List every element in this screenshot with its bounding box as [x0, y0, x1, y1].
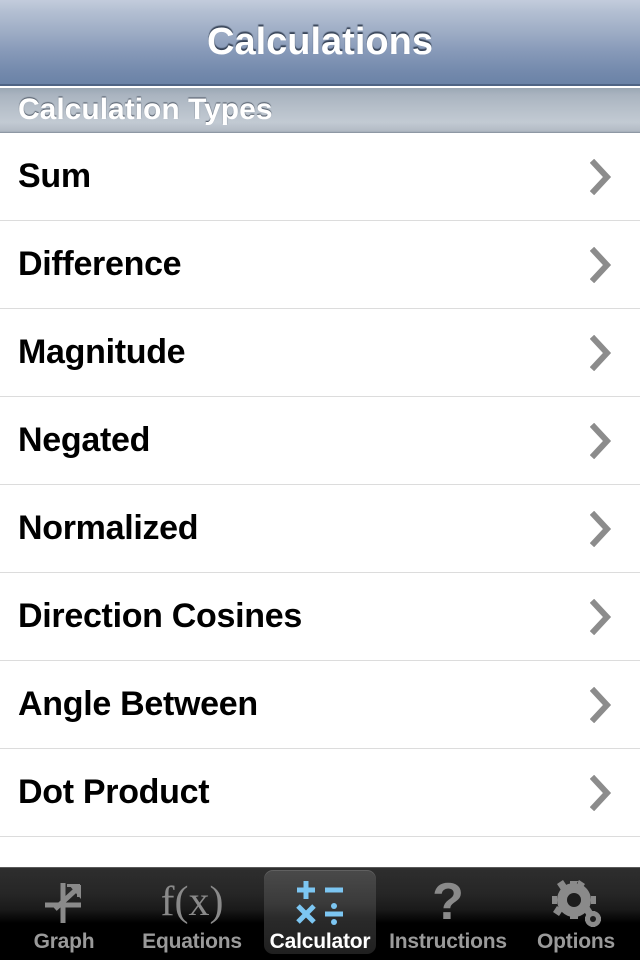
chevron-right-icon: [580, 686, 640, 723]
question-mark-icon: ?: [384, 874, 512, 930]
tab-calculator[interactable]: Calculator: [256, 868, 384, 960]
tab-label: Calculator: [269, 930, 371, 953]
chevron-right-icon: [580, 246, 640, 283]
list-item[interactable]: Direction Cosines: [0, 573, 640, 661]
graph-axes-arrow-icon: [0, 874, 128, 930]
list-item[interactable]: Angle Between: [0, 661, 640, 749]
gears-icon: [512, 874, 640, 930]
list-item-label: Negated: [18, 421, 151, 459]
page-title: Calculations: [207, 20, 433, 63]
chevron-right-icon: [580, 422, 640, 459]
tab-equations[interactable]: f(x) Equations: [128, 868, 256, 960]
tab-label: Equations: [142, 930, 242, 953]
list-item-partial[interactable]: [0, 837, 640, 867]
tab-label: Options: [537, 930, 615, 953]
app-screen: Calculations Calculation Types Sum Diffe…: [0, 0, 640, 960]
list-item-label: Direction Cosines: [18, 597, 302, 635]
list-item-label: Difference: [18, 245, 182, 283]
chevron-right-icon: [580, 510, 640, 547]
chevron-right-icon: [580, 598, 640, 635]
list-item-label: Angle Between: [18, 685, 258, 723]
list-item[interactable]: Negated: [0, 397, 640, 485]
tab-options[interactable]: Options: [512, 868, 640, 960]
tab-instructions[interactable]: ? Instructions: [384, 868, 512, 960]
tab-bar[interactable]: Graph f(x) Equations Calculator ? Instru…: [0, 867, 640, 960]
tab-label: Instructions: [389, 930, 507, 953]
svg-text:?: ?: [432, 875, 464, 929]
list-item[interactable]: Difference: [0, 221, 640, 309]
list-item[interactable]: Sum: [0, 133, 640, 221]
calculation-types-list[interactable]: Sum Difference Magnitude Negated Normali: [0, 133, 640, 867]
list-item[interactable]: Dot Product: [0, 749, 640, 837]
tab-graph[interactable]: Graph: [0, 868, 128, 960]
chevron-right-icon: [580, 774, 640, 811]
navigation-bar: Calculations: [0, 0, 640, 86]
section-header-label: Calculation Types: [18, 93, 273, 126]
list-item[interactable]: Normalized: [0, 485, 640, 573]
function-fx-icon: f(x): [128, 874, 256, 930]
chevron-right-icon: [580, 334, 640, 371]
section-header: Calculation Types: [0, 88, 640, 133]
list-item-label: Normalized: [18, 509, 199, 547]
calculator-operators-icon: [256, 874, 384, 930]
tab-label: Graph: [33, 930, 95, 953]
list-item[interactable]: Magnitude: [0, 309, 640, 397]
list-item-label: Sum: [18, 157, 91, 195]
svg-text:f(x): f(x): [162, 879, 222, 925]
list-item-label: Magnitude: [18, 333, 186, 371]
list-item-label: Dot Product: [18, 773, 210, 811]
chevron-right-icon: [580, 158, 640, 195]
